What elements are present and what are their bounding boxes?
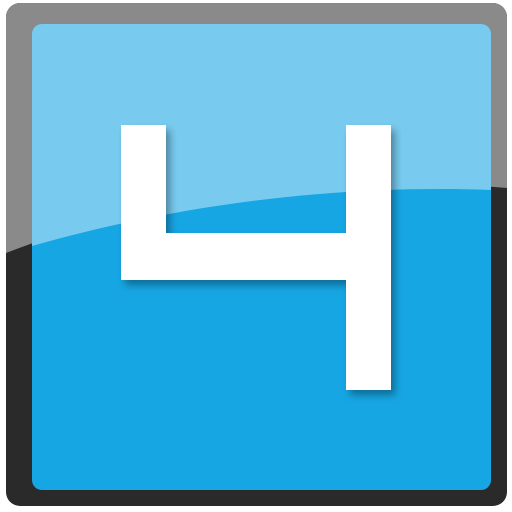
number-four-icon [121, 125, 391, 390]
